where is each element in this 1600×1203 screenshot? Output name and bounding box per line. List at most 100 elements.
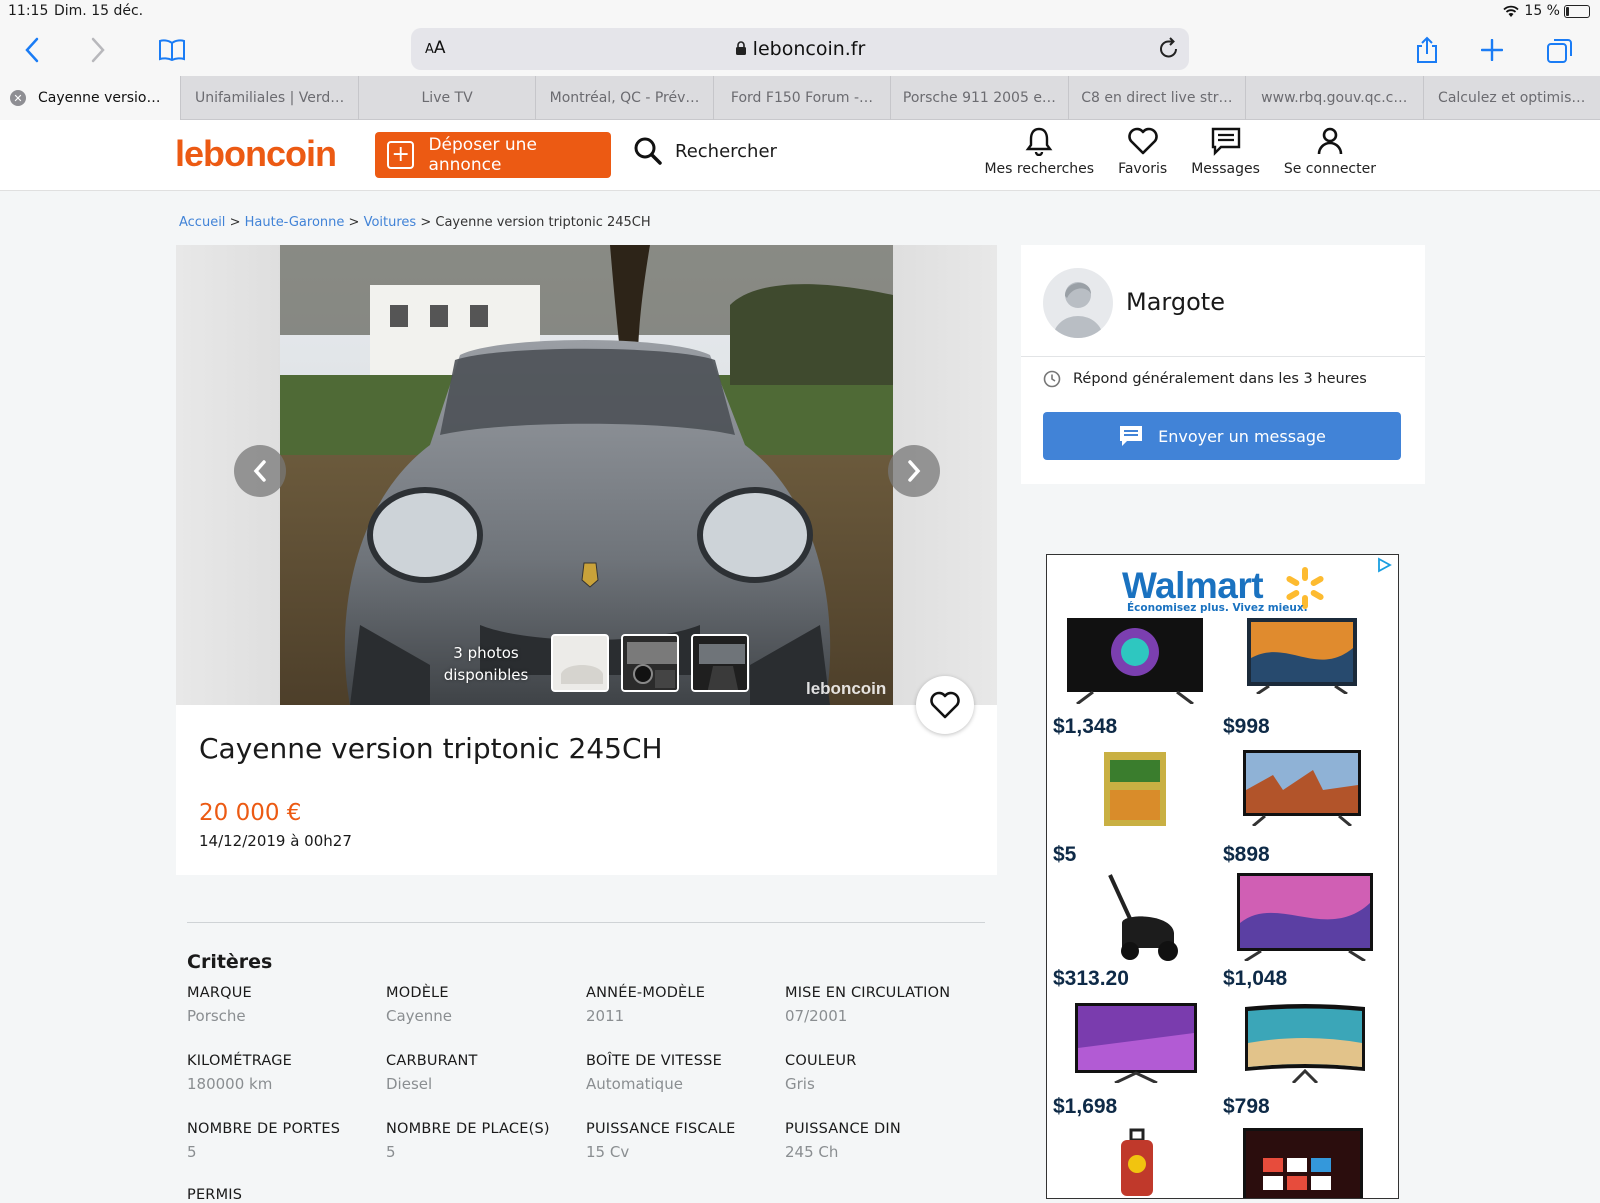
product-price: $313.20 xyxy=(1053,967,1129,990)
tab[interactable]: C8 en direct live str… xyxy=(1067,76,1245,120)
seller-divider xyxy=(1021,356,1425,357)
criteria-key: MARQUE xyxy=(187,985,252,1001)
back-icon[interactable] xyxy=(14,32,50,68)
product-price: $1,348 xyxy=(1053,715,1118,738)
address-bar[interactable]: AA leboncoin.fr xyxy=(411,28,1189,70)
photo-count: 3 photos disponibles xyxy=(416,642,556,686)
tab[interactable]: www.rbq.gouv.qc.c… xyxy=(1245,76,1422,120)
nav-favorites[interactable]: Favoris xyxy=(1106,126,1179,177)
wifi-icon xyxy=(1502,5,1520,18)
criteria-item: KILOMÉTRAGE 180000 km xyxy=(187,1053,377,1093)
status-bar: 11:15 Dim. 15 déc. 15 % xyxy=(0,0,1600,26)
tab[interactable]: Live TV xyxy=(357,76,535,120)
battery-icon xyxy=(1564,4,1590,18)
criteria-item: CARBURANT Diesel xyxy=(386,1053,576,1093)
nav-label: Messages xyxy=(1191,161,1260,177)
send-message-button[interactable]: Envoyer un message xyxy=(1043,412,1401,460)
breadcrumb-home[interactable]: Accueil xyxy=(179,215,225,230)
forward-icon[interactable] xyxy=(80,32,116,68)
photo-thumbnail[interactable] xyxy=(551,634,609,692)
nav-messages[interactable]: Messages xyxy=(1179,126,1272,177)
toy-product[interactable] xyxy=(1102,750,1168,828)
tab[interactable]: Ford F150 Forum -… xyxy=(712,76,890,120)
criteria-key: KILOMÉTRAGE xyxy=(187,1053,293,1069)
criteria-value: Porsche xyxy=(187,1007,246,1025)
adchoices-icon[interactable] xyxy=(1376,557,1392,573)
tab[interactable]: Montréal, QC - Prév… xyxy=(535,76,712,120)
ad-title: Cayenne version triptonic 245CH xyxy=(199,732,663,765)
criteria-item: MODÈLE Cayenne xyxy=(386,985,576,1025)
response-text: Répond généralement dans les 3 heures xyxy=(1073,371,1367,387)
url-text: leboncoin.fr xyxy=(752,38,866,60)
deposit-label: Déposer une annonce xyxy=(428,135,537,175)
site-logo[interactable]: leboncoin xyxy=(175,133,337,175)
tabs-overview-icon[interactable] xyxy=(1542,32,1578,68)
photo-thumbnail[interactable] xyxy=(691,634,749,692)
next-photo-button[interactable] xyxy=(888,445,940,497)
tv-product[interactable] xyxy=(1075,1003,1197,1083)
avatar[interactable] xyxy=(1043,268,1113,338)
bell-icon xyxy=(1025,127,1053,156)
header-nav: Mes recherches Favoris Messages Se conne… xyxy=(972,126,1388,177)
luggage-product[interactable] xyxy=(1117,1128,1157,1199)
criteria-key: PUISSANCE FISCALE xyxy=(586,1121,736,1137)
status-right: 15 % xyxy=(1502,3,1590,19)
heart-icon xyxy=(1127,127,1158,155)
tab-active[interactable]: ✕ Cayenne versio… xyxy=(0,76,181,120)
criteria-title: Critères xyxy=(187,951,273,973)
criteria-item: NOMBRE DE PLACE(S) 5 xyxy=(386,1121,576,1161)
tv-product[interactable] xyxy=(1243,1003,1367,1083)
photo-gallery: 3 photos disponibles leboncoin xyxy=(176,245,997,705)
reload-icon[interactable] xyxy=(1157,35,1181,65)
criteria-item: BOÎTE DE VITESSE Automatique xyxy=(586,1053,776,1093)
criteria-item: PUISSANCE DIN 245 Ch xyxy=(785,1121,975,1161)
breadcrumb-sep: > xyxy=(229,215,241,230)
walmart-logo: Walmart xyxy=(1122,565,1264,606)
close-tab-icon[interactable]: ✕ xyxy=(10,90,26,106)
tab-bar: ✕ Cayenne versio… Unifamiliales | Verd… … xyxy=(0,76,1600,120)
search-label: Rechercher xyxy=(675,140,777,162)
seller-name[interactable]: Margote xyxy=(1126,288,1225,316)
lawnmower-product[interactable] xyxy=(1102,873,1182,963)
new-tab-icon[interactable] xyxy=(1474,32,1510,68)
photo-count-line2: disponibles xyxy=(443,666,529,684)
tab[interactable]: Porsche 911 2005 e… xyxy=(890,76,1067,120)
deposit-ad-button[interactable]: + Déposer une annonce xyxy=(375,132,611,178)
criteria-value: 5 xyxy=(386,1143,396,1161)
tv-product[interactable] xyxy=(1243,1128,1363,1199)
tab[interactable]: Calculez et optimis… xyxy=(1422,76,1600,120)
ad-date: 14/12/2019 à 00h27 xyxy=(199,832,352,850)
tv-product[interactable] xyxy=(1067,618,1203,704)
photo-thumbnail[interactable] xyxy=(621,634,679,692)
previous-photo-button[interactable] xyxy=(234,445,286,497)
nav-label: Mes recherches xyxy=(984,161,1095,177)
breadcrumb-category[interactable]: Voitures xyxy=(364,215,417,230)
tv-product[interactable] xyxy=(1237,873,1373,961)
product-price: $5 xyxy=(1053,843,1077,866)
criteria-value: Diesel xyxy=(386,1075,433,1093)
chevron-left-icon xyxy=(253,460,266,482)
search-link[interactable]: Rechercher xyxy=(633,136,777,166)
user-icon xyxy=(1317,127,1343,155)
ad-price: 20 000 € xyxy=(199,800,302,826)
criteria-item: NOMBRE DE PORTES 5 xyxy=(187,1121,377,1161)
breadcrumb-region[interactable]: Haute-Garonne xyxy=(245,215,345,230)
walmart-ad[interactable]: Walmart Économisez plus. Vivez mieux. $1… xyxy=(1046,554,1399,1199)
nav-label: Se connecter xyxy=(1283,161,1376,177)
nav-saved-searches[interactable]: Mes recherches xyxy=(972,126,1106,177)
browser-toolbar: AA leboncoin.fr xyxy=(0,26,1600,76)
criteria-value: 180000 km xyxy=(187,1075,273,1093)
nav-login[interactable]: Se connecter xyxy=(1272,126,1388,177)
share-icon[interactable] xyxy=(1409,32,1445,68)
breadcrumb-sep: > xyxy=(348,215,360,230)
criteria-value: Automatique xyxy=(586,1075,683,1093)
criteria-key: NOMBRE DE PORTES xyxy=(187,1121,341,1137)
url-display[interactable]: leboncoin.fr xyxy=(411,38,1189,60)
chevron-right-icon xyxy=(908,460,921,482)
add-favorite-button[interactable] xyxy=(916,676,974,734)
criteria-item: MISE EN CIRCULATION 07/2001 xyxy=(785,985,985,1025)
tab[interactable]: Unifamiliales | Verd… xyxy=(180,76,357,120)
nav-label: Favoris xyxy=(1118,161,1168,177)
tv-product[interactable] xyxy=(1243,750,1361,826)
bookmarks-icon[interactable] xyxy=(154,32,190,68)
